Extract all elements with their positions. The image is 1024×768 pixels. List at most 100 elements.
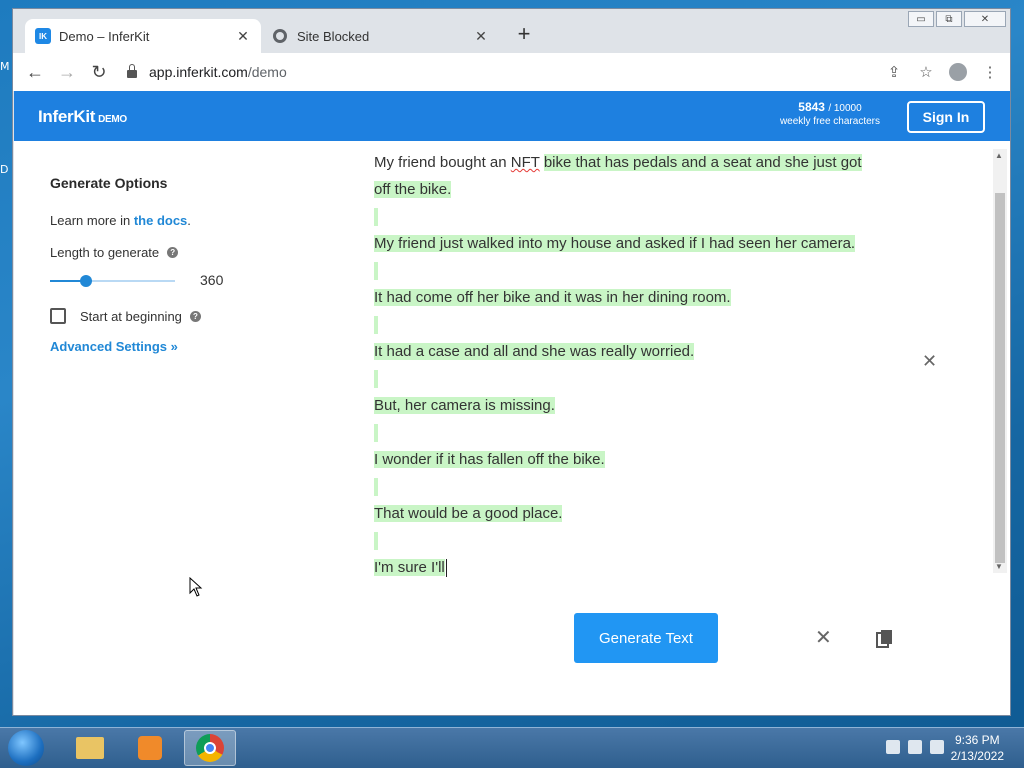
credits-label: weekly free characters xyxy=(779,116,880,127)
docs-link[interactable]: the docs xyxy=(134,213,187,228)
mouse-pointer-icon xyxy=(189,577,203,597)
tab-strip: IK Demo – InferKit ✕ Site Blocked ✕ + xyxy=(13,9,1010,53)
taskbar: 9:36 PM 2/13/2022 xyxy=(0,727,1024,768)
learn-more-text: Learn more in the docs. xyxy=(50,213,310,228)
output-line: My friend just walked into my house and … xyxy=(374,230,894,257)
forward-arrow-icon[interactable]: → xyxy=(51,56,83,88)
lock-icon xyxy=(127,64,137,78)
inferkit-favicon-icon: IK xyxy=(35,28,51,44)
browser-toolbar: ← → ↻ app.inferkit.com/demo ⇪ ☆ ⋮ xyxy=(13,53,1010,91)
generated-text: It had come off her bike and it was in h… xyxy=(374,289,731,306)
app-header: InferKit DEMO 5843 / 10000 weekly free ch… xyxy=(14,91,1010,141)
start-at-beginning-checkbox[interactable] xyxy=(50,308,66,324)
output-line: My friend bought an NFT bike that has pe… xyxy=(374,149,894,176)
help-icon[interactable]: ? xyxy=(189,310,201,322)
output-line: I wonder if it has fallen off the bike. xyxy=(374,446,894,473)
url-path: /demo xyxy=(247,64,287,80)
scroll-down-icon[interactable]: ▼ xyxy=(995,562,1003,571)
start-label: Start at beginning xyxy=(80,308,182,324)
options-title: Generate Options xyxy=(50,175,168,191)
system-tray xyxy=(886,740,944,754)
scroll-thumb[interactable] xyxy=(995,193,1005,563)
clock-time: 9:36 PM xyxy=(954,733,1000,747)
volume-icon[interactable] xyxy=(930,740,944,754)
taskbar-clock[interactable]: 9:36 PM 2/13/2022 xyxy=(951,732,1004,764)
back-arrow-icon[interactable]: ← xyxy=(19,56,51,88)
advanced-settings-link[interactable]: Advanced Settings » xyxy=(50,339,310,354)
tab-title: Site Blocked xyxy=(297,28,370,44)
brand-logo[interactable]: InferKit DEMO xyxy=(38,107,127,127)
output-line: That would be a good place. xyxy=(374,500,894,527)
generated-text: That would be a good place. xyxy=(374,505,563,522)
generate-options-panel: Generate Options Learn more in the docs.… xyxy=(50,175,310,354)
clear-output-icon[interactable]: ✕ xyxy=(922,351,937,372)
gap-line xyxy=(374,311,894,338)
menu-kebab-icon[interactable]: ⋮ xyxy=(978,58,1002,86)
profile-icon[interactable] xyxy=(946,58,970,86)
generated-text: I wonder if it has fallen off the bike. xyxy=(374,451,605,468)
gap-line xyxy=(374,257,894,284)
gap-line xyxy=(374,473,894,500)
share-icon[interactable]: ⇪ xyxy=(882,58,906,86)
generated-text: It had a case and all and she was really… xyxy=(374,343,695,360)
file-explorer-icon[interactable] xyxy=(64,730,116,766)
copy-icon[interactable] xyxy=(874,628,896,650)
gap-line xyxy=(374,365,894,392)
gap-line xyxy=(374,419,894,446)
reload-icon[interactable]: ↻ xyxy=(83,56,115,88)
close-tab-icon[interactable]: ✕ xyxy=(473,28,489,45)
credits-used: 5843 xyxy=(798,100,825,114)
length-value: 360 xyxy=(200,272,224,288)
prompt-nft: NFT xyxy=(510,154,540,171)
length-label-row: Length to generate ? xyxy=(50,245,310,260)
address-bar[interactable]: app.inferkit.com/demo xyxy=(121,58,898,86)
generate-text-button[interactable]: Generate Text xyxy=(574,613,718,663)
bookmark-star-icon[interactable]: ☆ xyxy=(914,58,938,86)
output-line: But, her camera is missing. xyxy=(374,392,894,419)
globe-icon xyxy=(273,29,287,43)
brand-name: InferKit xyxy=(38,107,96,126)
output-text-area[interactable]: My friend bought an NFT bike that has pe… xyxy=(374,149,894,581)
slider-thumb[interactable] xyxy=(80,275,93,287)
gap-line xyxy=(374,203,894,230)
output-scrollbar[interactable]: ▲ ▼ xyxy=(993,149,1007,573)
output-line: off the bike. xyxy=(374,176,894,203)
learn-suffix: . xyxy=(187,213,191,228)
generated-text: I'm sure I'll xyxy=(374,559,445,576)
action-center-icon[interactable] xyxy=(886,740,900,754)
credits-counter: 5843 / 10000 weekly free characters xyxy=(780,101,880,128)
start-button-icon[interactable] xyxy=(8,730,44,766)
desktop-label-1: M xyxy=(0,60,10,73)
browser-window: ▭ ⧉ ✕ IK Demo – InferKit ✕ Site Blocked … xyxy=(12,8,1011,716)
chrome-taskbar-icon[interactable] xyxy=(184,730,236,766)
clear-text-icon[interactable]: ✕ xyxy=(815,625,832,649)
sign-in-button[interactable]: Sign In xyxy=(907,101,985,133)
tab-inferkit-demo[interactable]: IK Demo – InferKit ✕ xyxy=(25,19,261,53)
network-icon[interactable] xyxy=(908,740,922,754)
output-line: It had a case and all and she was really… xyxy=(374,338,894,365)
length-slider[interactable] xyxy=(50,275,175,287)
prompt-text: My friend bought an xyxy=(374,154,511,171)
length-label: Length to generate xyxy=(50,245,160,260)
new-tab-button[interactable]: + xyxy=(513,23,535,45)
text-cursor xyxy=(445,559,447,578)
learn-prefix: Learn more in xyxy=(50,213,134,228)
brand-tag: DEMO xyxy=(98,114,127,125)
output-line: I'm sure I'll xyxy=(374,554,894,581)
length-slider-row: 360 xyxy=(50,266,310,296)
page-content: InferKit DEMO 5843 / 10000 weekly free ch… xyxy=(14,91,1010,715)
generated-text: My friend just walked into my house and … xyxy=(374,235,856,252)
output-line: It had come off her bike and it was in h… xyxy=(374,284,894,311)
generated-text: bike that has pedals and a seat and she … xyxy=(543,154,862,171)
tab-site-blocked[interactable]: Site Blocked ✕ xyxy=(263,19,499,53)
generated-text: But, her camera is missing. xyxy=(374,397,555,414)
media-player-icon[interactable] xyxy=(124,730,176,766)
credits-total: / 10000 xyxy=(828,103,862,114)
tab-title: Demo – InferKit xyxy=(59,28,150,44)
help-icon[interactable]: ? xyxy=(167,247,179,258)
clock-date: 2/13/2022 xyxy=(950,749,1004,763)
generated-text: off the bike. xyxy=(374,181,452,198)
close-tab-icon[interactable]: ✕ xyxy=(235,28,251,45)
url-host: app.inferkit.com xyxy=(149,64,248,80)
scroll-up-icon[interactable]: ▲ xyxy=(995,151,1003,160)
